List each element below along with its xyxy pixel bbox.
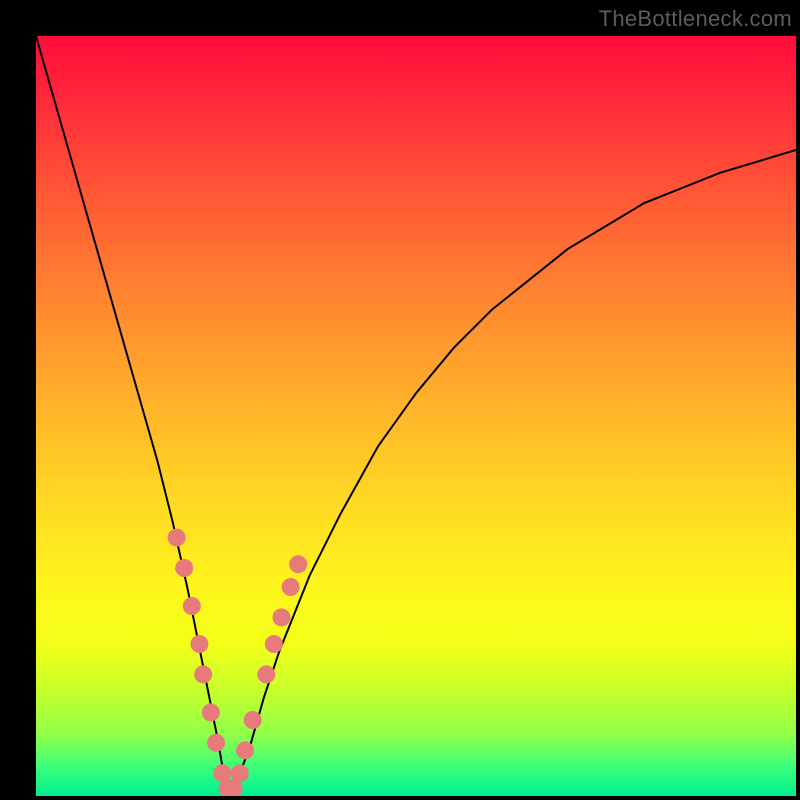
marker-dots (168, 529, 308, 796)
plot-area (36, 36, 796, 796)
marker-dot (190, 635, 208, 653)
marker-dot (282, 578, 300, 596)
marker-dot (202, 703, 220, 721)
bottleneck-curve (36, 36, 796, 788)
marker-dot (265, 635, 283, 653)
marker-dot (168, 529, 186, 547)
marker-dot (289, 555, 307, 573)
marker-dot (244, 711, 262, 729)
marker-dot (273, 608, 291, 626)
marker-dot (207, 734, 225, 752)
marker-dot (194, 665, 212, 683)
chart-container: TheBottleneck.com (0, 0, 800, 800)
watermark-text: TheBottleneck.com (599, 6, 792, 32)
marker-dot (175, 559, 193, 577)
marker-dot (183, 597, 201, 615)
marker-dot (236, 741, 254, 759)
marker-dot (231, 764, 249, 782)
chart-svg (36, 36, 796, 796)
marker-dot (257, 665, 275, 683)
